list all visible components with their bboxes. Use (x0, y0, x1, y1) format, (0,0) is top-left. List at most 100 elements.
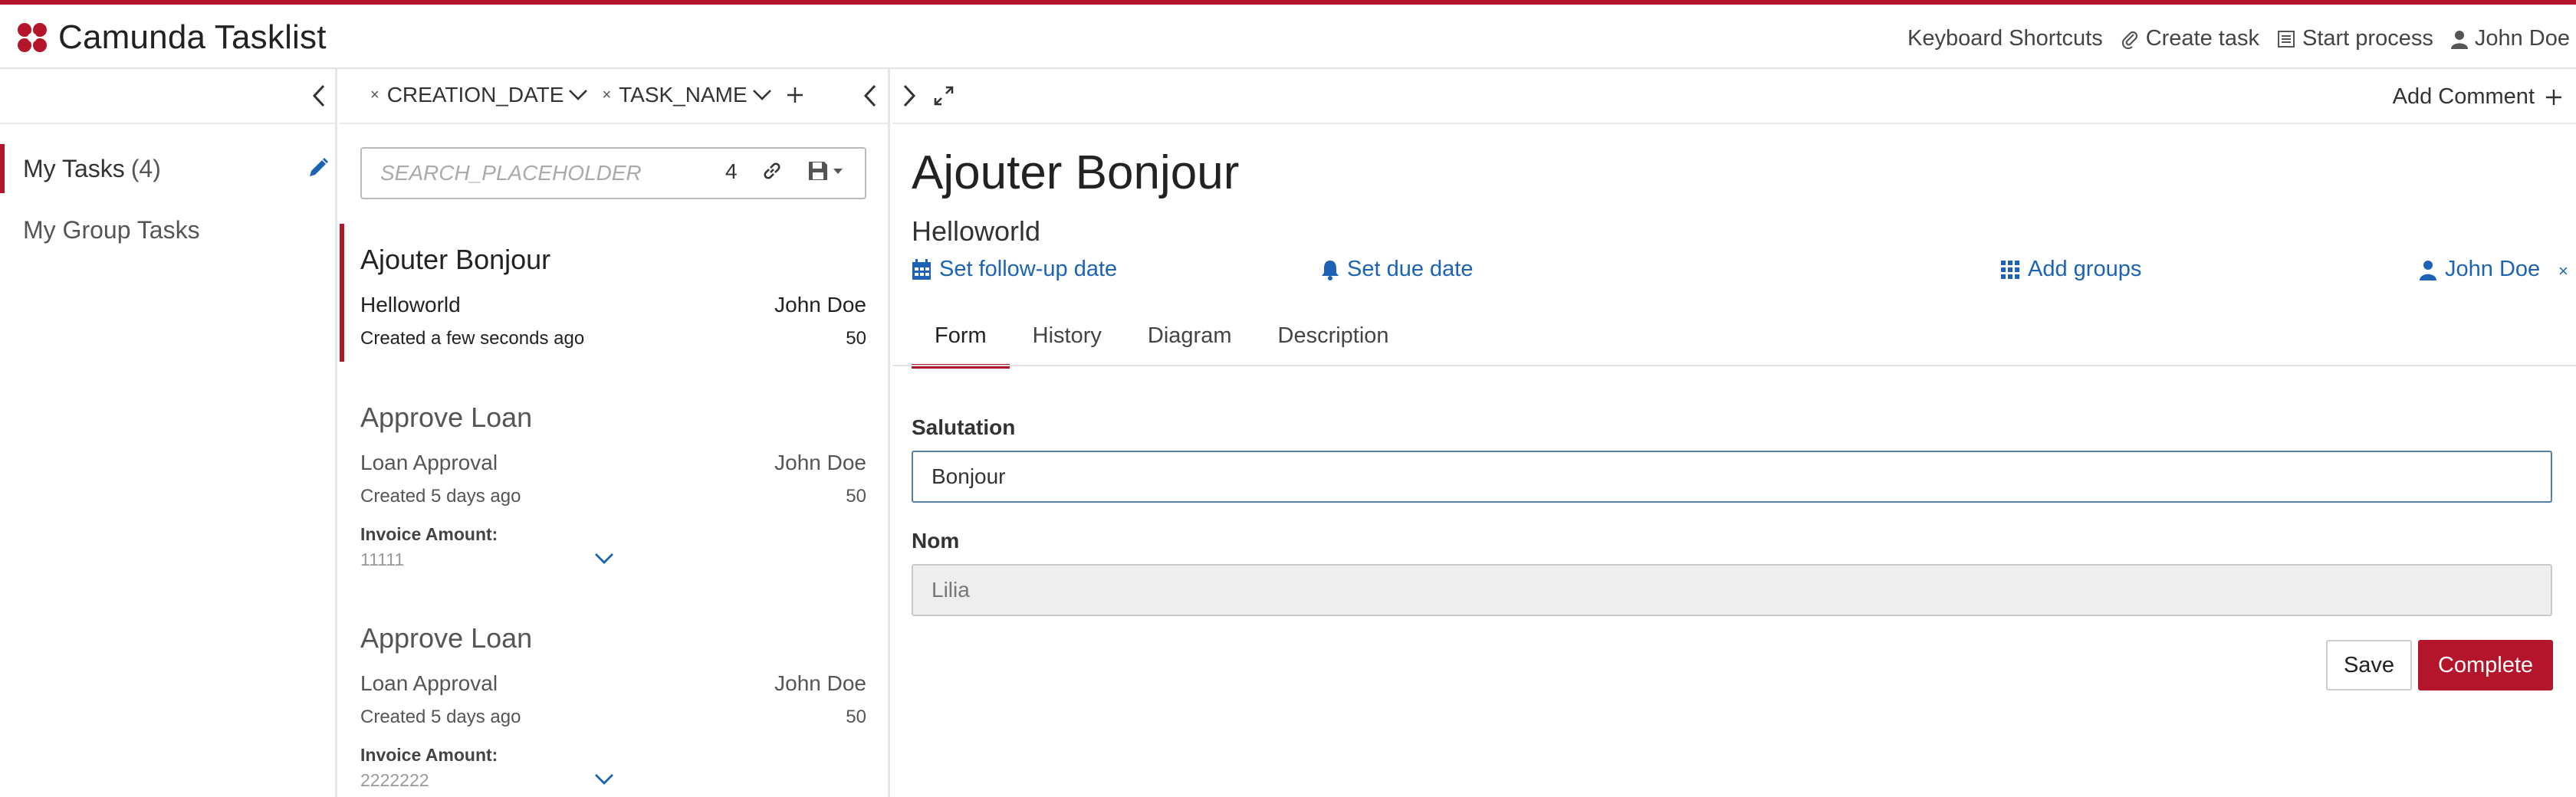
create-task-label: Create task (2145, 26, 2259, 51)
set-follow-up-date-label: Set follow-up date (939, 257, 1118, 281)
tab-diagram[interactable]: Diagram (1125, 313, 1255, 369)
fullscreen-expand-icon[interactable] (932, 84, 955, 107)
task-list-item[interactable]: Ajouter Bonjour Helloworld John Doe Crea… (340, 224, 888, 362)
task-process-name[interactable]: Helloworld (912, 215, 1239, 248)
task-item-assignee: John Doe (774, 671, 866, 695)
add-comment-button[interactable]: Add Comment (2393, 84, 2562, 110)
filter-my-tasks-label: My Tasks (23, 154, 125, 182)
tabs-divider (892, 365, 2576, 366)
user-name: John Doe (2474, 26, 2570, 51)
set-due-date-link[interactable]: Set due date (1321, 257, 1473, 282)
collapse-filters-chevron-left-icon[interactable] (310, 83, 328, 109)
chevron-down-icon[interactable] (752, 88, 772, 102)
search-result-count: 4 (725, 159, 738, 183)
expand-list-chevron-right-icon[interactable] (900, 83, 918, 109)
start-process-label: Start process (2302, 26, 2433, 51)
calendar-icon (912, 258, 932, 280)
expand-variables-chevron-down-icon[interactable] (594, 552, 614, 566)
camunda-logo-icon (17, 22, 48, 53)
nom-label: Nom (912, 529, 960, 553)
user-icon (2450, 29, 2469, 49)
task-search-box: 4 (360, 147, 866, 199)
task-actions: Set follow-up date Set due date Add grou… (912, 257, 2568, 295)
remove-assignee-icon[interactable]: × (2558, 261, 2568, 281)
filter-my-tasks-count: (4) (130, 154, 161, 182)
task-item-process: Helloworld (360, 293, 461, 317)
save-button[interactable]: Save (2326, 640, 2412, 690)
user-menu[interactable]: John Doe (2450, 26, 2570, 51)
create-task-link[interactable]: Create task (2120, 26, 2259, 51)
grid-icon (2000, 260, 2020, 280)
sort-creation-date[interactable]: × CREATION_DATE (370, 83, 588, 107)
collapse-list-chevron-left-icon[interactable] (861, 83, 879, 109)
sorting-controls: × CREATION_DATE × TASK_NAME (370, 83, 804, 107)
task-item-priority: 50 (846, 328, 866, 349)
set-due-date-label: Set due date (1347, 257, 1474, 281)
task-variable-label: Invoice Amount: (360, 524, 498, 544)
keyboard-shortcuts-link[interactable]: Keyboard Shortcuts (1907, 26, 2103, 51)
bell-icon (1321, 259, 1339, 280)
complete-button[interactable]: Complete (2418, 640, 2553, 690)
task-item-created: Created a few seconds ago (360, 328, 585, 349)
list-alt-icon (2276, 29, 2296, 49)
filters-column: My Tasks (4) My Group Tasks (0, 69, 337, 797)
link-icon[interactable] (761, 159, 784, 182)
brand[interactable]: Camunda Tasklist (17, 18, 327, 57)
tab-description[interactable]: Description (1255, 313, 1412, 369)
sort-creation-date-label: CREATION_DATE (386, 83, 564, 107)
task-item-name: Approve Loan (360, 402, 533, 433)
search-input[interactable] (362, 149, 699, 198)
remove-sort-icon[interactable]: × (370, 87, 380, 104)
tab-form[interactable]: Form (912, 313, 1010, 369)
sort-task-name[interactable]: × TASK_NAME (602, 83, 771, 107)
add-sorting-plus-icon[interactable] (786, 86, 804, 104)
task-item-created: Created 5 days ago (360, 707, 521, 727)
start-process-link[interactable]: Start process (2276, 26, 2433, 51)
paperclip-icon (2120, 29, 2140, 49)
task-header: Ajouter Bonjour Helloworld (912, 146, 1239, 248)
chevron-down-icon[interactable] (568, 88, 588, 102)
filter-my-group-tasks[interactable]: My Group Tasks (0, 205, 337, 254)
add-groups-link[interactable]: Add groups (2000, 257, 2141, 282)
task-variable-label: Invoice Amount: (360, 745, 498, 765)
assignee-name: John Doe (2445, 257, 2541, 281)
save-search-dropdown[interactable] (807, 159, 843, 182)
task-item-priority: 50 (846, 707, 866, 727)
top-navbar: Camunda Tasklist Keyboard Shortcuts Crea… (0, 0, 2576, 69)
task-list-item[interactable]: Approve Loan Loan Approval John Doe Crea… (340, 382, 888, 581)
sort-task-name-label: TASK_NAME (619, 83, 748, 107)
task-item-priority: 50 (846, 486, 866, 507)
task-item-name: Approve Loan (360, 622, 533, 654)
tab-history[interactable]: History (1010, 313, 1125, 369)
add-groups-label: Add groups (2028, 257, 2142, 281)
set-follow-up-date-link[interactable]: Set follow-up date (912, 257, 1117, 282)
floppy-disk-icon (807, 159, 830, 182)
salutation-field[interactable] (912, 451, 2552, 503)
task-list-column: × CREATION_DATE × TASK_NAME 4 (340, 69, 890, 797)
filters-column-header (0, 69, 335, 124)
pencil-icon[interactable] (307, 156, 330, 179)
nom-field[interactable] (912, 564, 2552, 616)
keyboard-shortcuts-label: Keyboard Shortcuts (1907, 26, 2103, 51)
filter-my-group-tasks-label: My Group Tasks (23, 215, 200, 244)
filter-my-tasks[interactable]: My Tasks (4) (0, 144, 337, 193)
task-list-item[interactable]: Approve Loan Loan Approval John Doe Crea… (340, 602, 888, 797)
expand-variables-chevron-down-icon[interactable] (594, 772, 614, 786)
user-icon (2419, 259, 2437, 280)
salutation-label: Salutation (912, 415, 1016, 439)
top-nav: Keyboard Shortcuts Create task Start pro… (1907, 26, 2570, 51)
assignee-link[interactable]: John Doe (2419, 257, 2540, 282)
plus-icon (2545, 89, 2562, 106)
remove-sort-icon[interactable]: × (602, 87, 611, 104)
task-title: Ajouter Bonjour (912, 146, 1240, 199)
task-tabs: Form History Diagram Description (912, 313, 1412, 369)
caret-down-icon (833, 167, 843, 175)
task-item-assignee: John Doe (774, 451, 866, 474)
app-title: Camunda Tasklist (58, 18, 327, 56)
task-item-process: Loan Approval (360, 451, 498, 474)
sorting-bar: × CREATION_DATE × TASK_NAME (340, 69, 888, 124)
task-item-process: Loan Approval (360, 671, 498, 695)
task-item-assignee: John Doe (774, 293, 866, 317)
task-detail-column: Add Comment Ajouter Bonjour Helloworld S… (892, 69, 2576, 797)
add-comment-label: Add Comment (2392, 84, 2535, 109)
